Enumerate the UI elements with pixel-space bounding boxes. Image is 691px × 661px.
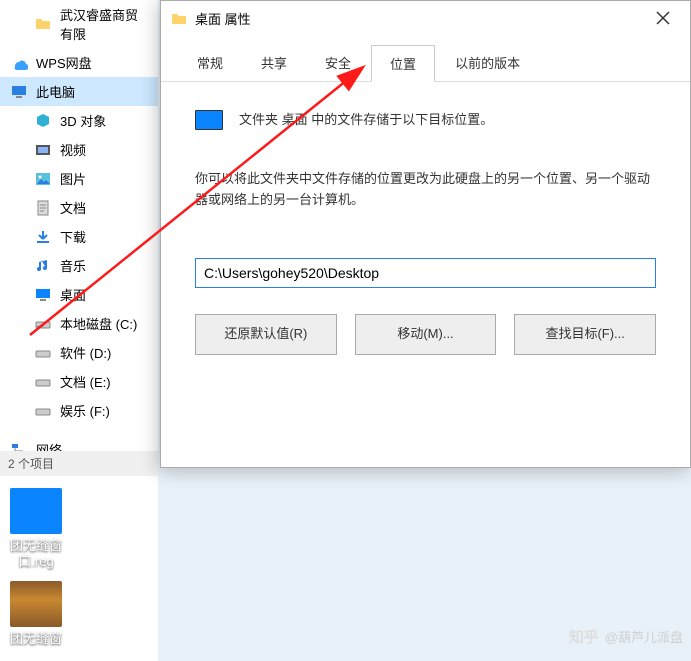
nav-item-documents[interactable]: 文档 — [0, 193, 158, 222]
nav-item-drive-d[interactable]: 软件 (D:) — [0, 338, 158, 367]
drive-icon — [34, 315, 52, 333]
nav-item-folder[interactable]: 武汉睿盛商贸有限 — [0, 0, 158, 48]
music-icon — [34, 257, 52, 275]
drive-icon — [34, 402, 52, 420]
dialog-body: 文件夹 桌面 中的文件存储于以下目标位置。 你可以将此文件夹中文件存储的位置更改… — [161, 82, 690, 383]
status-bar: 2 个项目 — [0, 451, 158, 476]
restore-default-button[interactable]: 还原默认值(R) — [195, 314, 337, 355]
tab-security[interactable]: 安全 — [307, 45, 369, 81]
nav-item-music[interactable]: 音乐 — [0, 251, 158, 280]
monitor-icon — [195, 110, 223, 130]
nav-label: 本地磁盘 (C:) — [60, 314, 137, 333]
nav-label: 娱乐 (F:) — [60, 401, 110, 420]
nav-item-video[interactable]: 视频 — [0, 135, 158, 164]
nav-item-downloads[interactable]: 下载 — [0, 222, 158, 251]
watermark-author: @葫芦儿派盘 — [605, 627, 683, 646]
tab-location[interactable]: 位置 — [371, 45, 435, 82]
nav-item-3d[interactable]: 3D 对象 — [0, 106, 158, 135]
nav-label: 视频 — [60, 140, 86, 159]
download-icon — [34, 228, 52, 246]
tab-sharing[interactable]: 共享 — [243, 45, 305, 81]
nav-item-drive-e[interactable]: 文档 (E:) — [0, 367, 158, 396]
watermark: 知乎 @葫芦儿派盘 — [569, 626, 683, 647]
desktop-icons: 团无缝窗 口.reg 团无缝窗 — [0, 488, 158, 659]
documents-icon — [34, 199, 52, 217]
nav-item-wps[interactable]: WPS网盘 — [0, 48, 158, 77]
nav-label: 文档 — [60, 198, 86, 217]
desktop-file-rar[interactable]: 团无缝窗 — [0, 581, 72, 647]
nav-label: 音乐 — [60, 256, 86, 275]
drive-icon — [34, 344, 52, 362]
nav-item-pictures[interactable]: 图片 — [0, 164, 158, 193]
nav-label: 下载 — [60, 227, 86, 246]
path-input[interactable] — [195, 258, 656, 288]
nav-label: WPS网盘 — [36, 53, 92, 72]
3d-icon — [34, 112, 52, 130]
folder-icon — [34, 15, 52, 33]
properties-dialog: 桌面 属性 常规 共享 安全 位置 以前的版本 文件夹 桌面 中的文件存储于以下… — [160, 0, 691, 468]
folder-icon — [171, 10, 187, 26]
close-button[interactable] — [642, 4, 684, 32]
tab-general[interactable]: 常规 — [179, 45, 241, 81]
desktop-file-reg[interactable]: 团无缝窗 口.reg — [0, 488, 72, 569]
nav-label: 桌面 — [60, 285, 86, 304]
nav-item-thispc[interactable]: 此电脑 — [0, 77, 158, 106]
pc-icon — [10, 83, 28, 101]
nav-item-drive-f[interactable]: 娱乐 (F:) — [0, 396, 158, 425]
titlebar[interactable]: 桌面 属性 — [161, 1, 690, 35]
move-button[interactable]: 移动(M)... — [355, 314, 497, 355]
dialog-title: 桌面 属性 — [195, 9, 642, 28]
nav-label: 武汉睿盛商贸有限 — [60, 5, 150, 43]
nav-item-desktop[interactable]: 桌面 — [0, 280, 158, 309]
desc-line-2: 你可以将此文件夹中文件存储的位置更改为此硬盘上的另一个位置、另一个驱动器或网络上… — [195, 169, 656, 211]
nav-label: 文档 (E:) — [60, 372, 111, 391]
tab-previous[interactable]: 以前的版本 — [437, 45, 538, 81]
nav-label: 此电脑 — [36, 82, 75, 101]
nav-label: 3D 对象 — [60, 111, 106, 130]
find-target-button[interactable]: 查找目标(F)... — [514, 314, 656, 355]
cloud-icon — [10, 54, 28, 72]
tabs: 常规 共享 安全 位置 以前的版本 — [161, 35, 690, 82]
pictures-icon — [34, 170, 52, 188]
nav-item-drive-c[interactable]: 本地磁盘 (C:) — [0, 309, 158, 338]
zhihu-logo: 知乎 — [569, 626, 599, 647]
desktop-icon — [34, 286, 52, 304]
drive-icon — [34, 373, 52, 391]
nav-label: 软件 (D:) — [60, 343, 111, 362]
desc-line-1: 文件夹 桌面 中的文件存储于以下目标位置。 — [239, 110, 493, 131]
video-icon — [34, 141, 52, 159]
nav-label: 图片 — [60, 169, 86, 188]
